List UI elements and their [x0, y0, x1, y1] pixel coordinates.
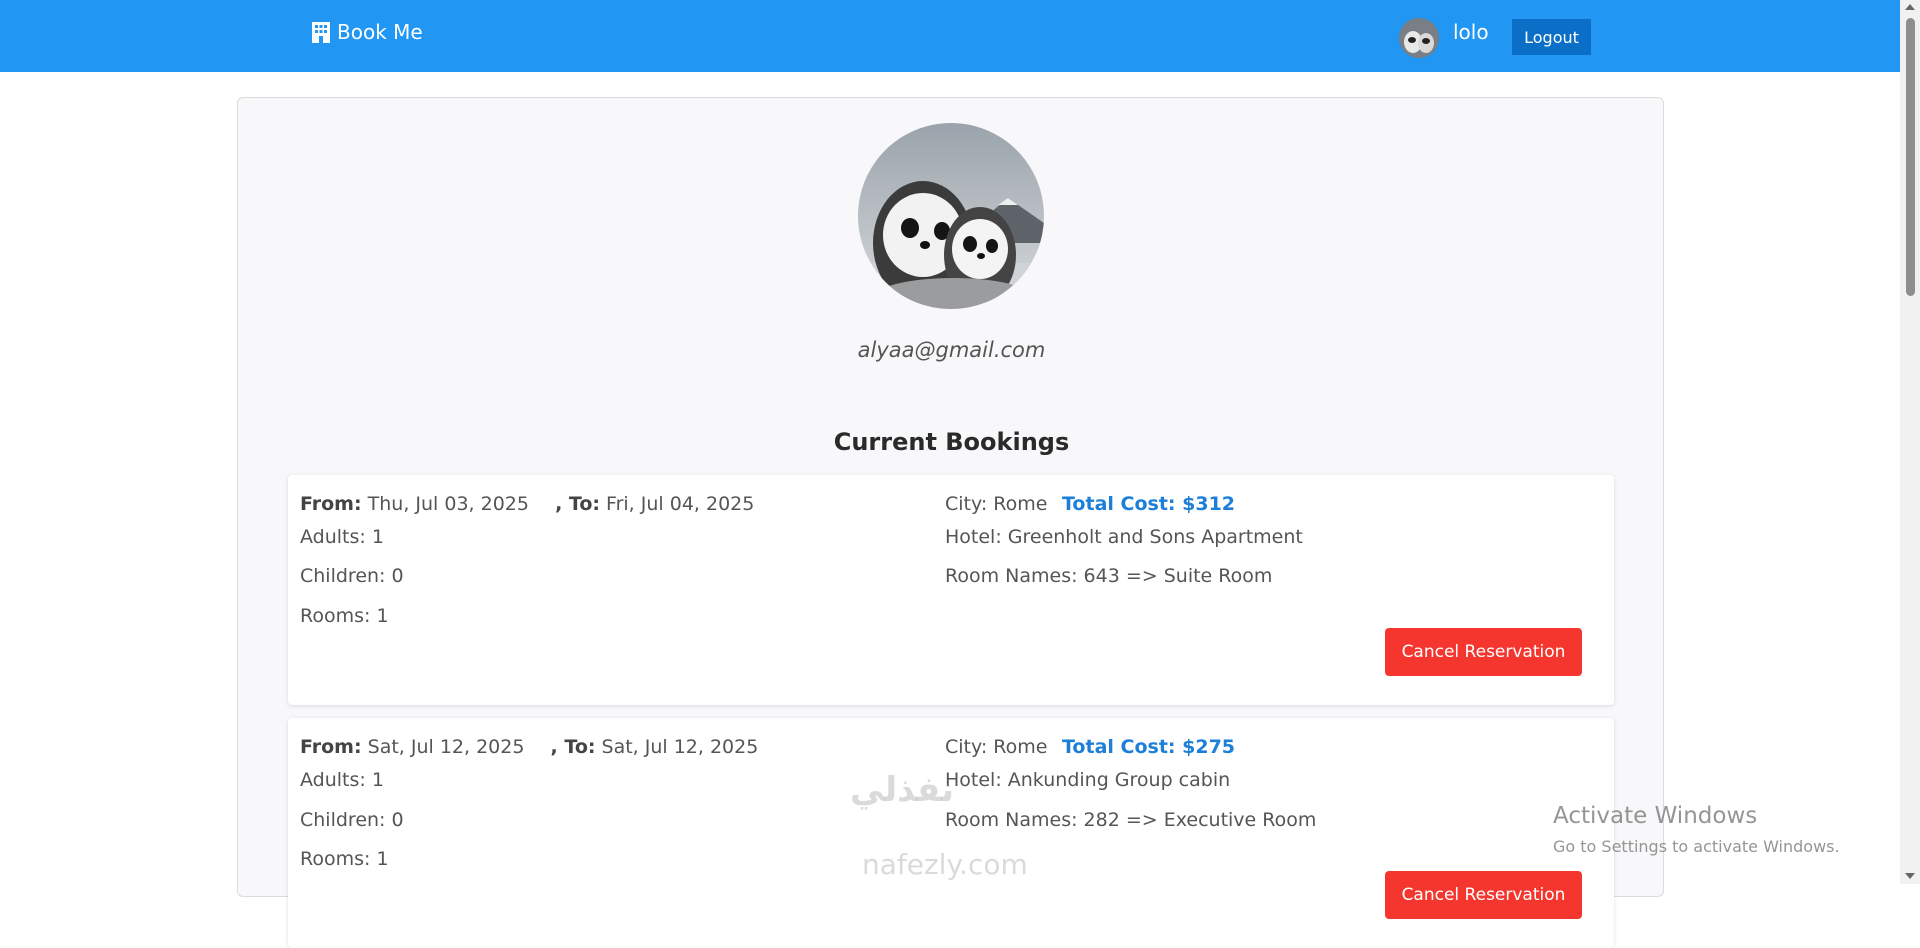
to-date: Fri, Jul 04, 2025	[606, 493, 755, 515]
total-cost: Total Cost: $312	[1062, 493, 1236, 515]
booking-dates: From: Sat, Jul 12, 2025 , To: Sat, Jul 1…	[300, 736, 758, 758]
brand-name: Book Me	[337, 20, 423, 44]
room-names: Room Names: 643 => Suite Room	[945, 565, 1273, 587]
activate-subtitle: Go to Settings to activate Windows.	[1553, 837, 1840, 856]
top-navbar: Book Me lolo Logout	[0, 0, 1900, 72]
children-count: Children: 0	[300, 565, 404, 587]
from-date: Sat, Jul 12, 2025	[367, 736, 525, 758]
watermark-logo: نفذلي	[850, 770, 955, 810]
user-avatar[interactable]	[1399, 18, 1439, 58]
adults-count: Adults: 1	[300, 526, 384, 548]
profile-avatar	[858, 123, 1044, 309]
from-date: Thu, Jul 03, 2025	[367, 493, 529, 515]
watermark-url: nafezly.com	[862, 848, 1028, 881]
hotel-icon	[312, 21, 330, 43]
cancel-reservation-button[interactable]: Cancel Reservation	[1385, 871, 1582, 919]
current-bookings-title: Current Bookings	[833, 428, 1070, 456]
booking-dates: From: Thu, Jul 03, 2025 , To: Fri, Jul 0…	[300, 493, 754, 515]
cancel-reservation-button[interactable]: Cancel Reservation	[1385, 628, 1582, 676]
from-label: From:	[300, 736, 362, 758]
activate-windows-notice: Activate Windows Go to Settings to activ…	[1553, 803, 1840, 856]
brand-link[interactable]: Book Me	[311, 20, 423, 44]
total-cost: Total Cost: $275	[1062, 736, 1236, 758]
rooms-count: Rooms: 1	[300, 605, 389, 627]
hotel-name: Hotel: Ankunding Group cabin	[945, 769, 1231, 791]
logout-button[interactable]: Logout	[1512, 19, 1591, 55]
scroll-down-arrow-icon[interactable]	[1905, 873, 1915, 879]
children-count: Children: 0	[300, 809, 404, 831]
hotel-name: Hotel: Greenholt and Sons Apartment	[945, 526, 1303, 548]
room-names: Room Names: 282 => Executive Room	[945, 809, 1317, 831]
to-label: , To:	[555, 493, 600, 515]
scroll-thumb[interactable]	[1906, 18, 1915, 296]
activate-title: Activate Windows	[1553, 803, 1758, 829]
booking-city: City: Rome	[945, 493, 1048, 515]
scroll-up-arrow-icon[interactable]	[1905, 4, 1915, 10]
booking-card: From: Sat, Jul 12, 2025 , To: Sat, Jul 1…	[288, 718, 1614, 948]
to-label: , To:	[550, 736, 596, 758]
adults-count: Adults: 1	[300, 769, 384, 791]
page-scrollbar[interactable]	[1900, 0, 1920, 884]
username[interactable]: lolo	[1453, 20, 1489, 44]
booking-city: City: Rome	[945, 736, 1048, 758]
from-label: From:	[300, 493, 362, 515]
to-date: Sat, Jul 12, 2025	[601, 736, 759, 758]
profile-email: alyaa@gmail.com	[857, 338, 1046, 362]
booking-card: From: Thu, Jul 03, 2025 , To: Fri, Jul 0…	[288, 475, 1614, 705]
rooms-count: Rooms: 1	[300, 848, 389, 870]
